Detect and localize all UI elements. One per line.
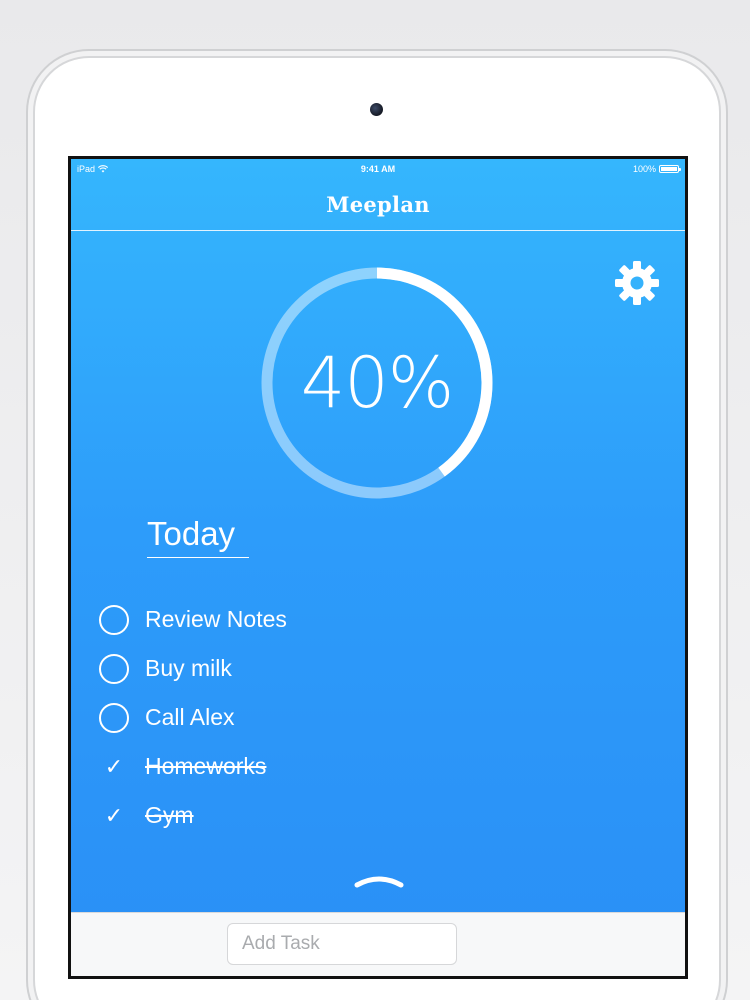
task-label: Review Notes — [145, 606, 287, 632]
task-item[interactable]: Buy milk — [99, 644, 599, 693]
nav-bar: Meeplan — [71, 179, 685, 231]
task-item[interactable]: ✓ Homeworks — [99, 742, 599, 791]
add-task-input[interactable] — [227, 923, 457, 965]
bottom-bar — [71, 912, 685, 976]
task-list: Review Notes Buy milk Call Alex ✓ Homeworks ✓… — [99, 595, 599, 840]
task-checkbox[interactable] — [99, 702, 129, 733]
status-time: 9:41 AM — [360, 164, 396, 174]
task-item[interactable]: Review Notes — [99, 595, 599, 644]
battery-icon — [659, 165, 681, 173]
front-camera — [370, 103, 383, 116]
gear-icon[interactable] — [614, 260, 660, 306]
status-bar: iPad 9:41 AM 100% — [71, 159, 685, 179]
progress-percent: 40% — [300, 342, 455, 424]
battery-percent: 100% — [632, 164, 656, 174]
app-title: Meeplan — [326, 192, 430, 217]
ipad-screen: iPad 9:41 AM 100% Meeplan 40% Today Revi… — [68, 156, 688, 979]
app-screen: iPad 9:41 AM 100% Meeplan 40% Today Revi… — [71, 159, 685, 976]
task-label: Gym — [145, 802, 194, 828]
task-checkbox[interactable] — [99, 653, 129, 684]
chevron-up-icon[interactable] — [354, 871, 404, 891]
task-item[interactable]: Call Alex — [99, 693, 599, 742]
task-checkbox[interactable] — [99, 604, 129, 635]
task-item[interactable]: ✓ Gym — [99, 791, 599, 840]
checkmark-icon[interactable]: ✓ — [99, 801, 129, 831]
task-label: Buy milk — [145, 655, 232, 681]
task-label: Homeworks — [145, 753, 267, 779]
checkmark-icon[interactable]: ✓ — [99, 752, 129, 782]
task-label: Call Alex — [145, 704, 235, 730]
status-right: 100% — [632, 164, 681, 174]
section-title-today[interactable]: Today — [147, 515, 249, 558]
